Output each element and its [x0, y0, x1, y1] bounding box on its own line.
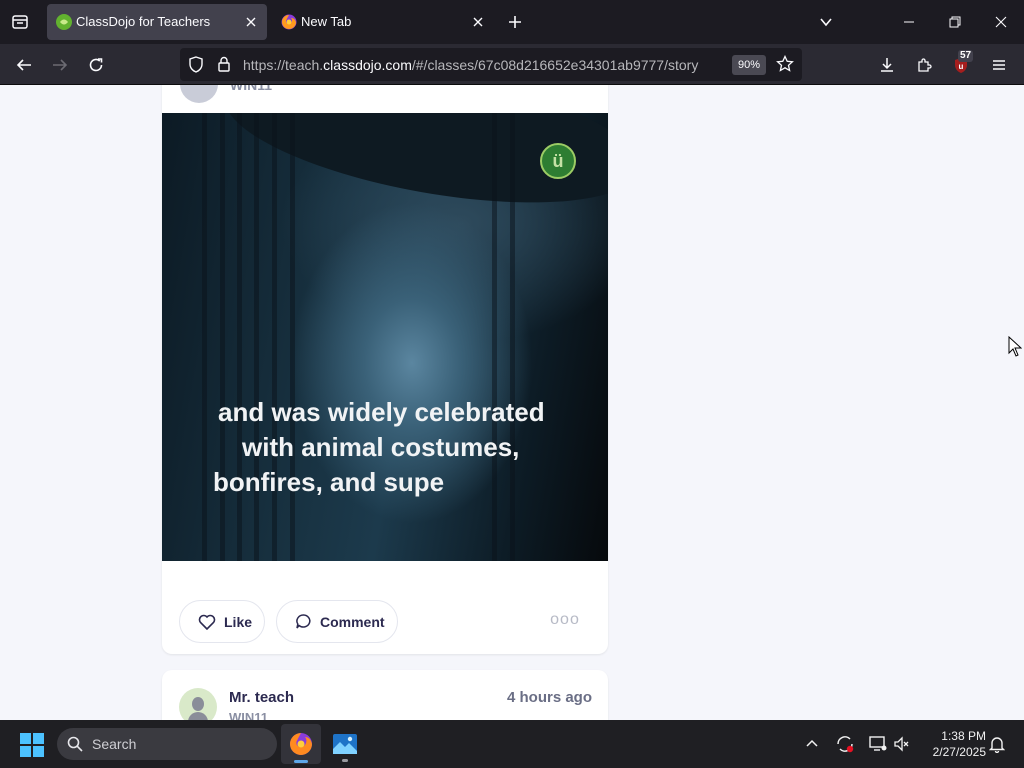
story-post-card: Mr. teach WIN11 4 hours ago	[162, 670, 608, 720]
like-label: Like	[224, 613, 253, 630]
video-caption: and was widely celebrated with animal co…	[162, 395, 608, 500]
minimize-icon	[904, 21, 914, 23]
arrow-left-icon	[16, 59, 31, 71]
firefox-view-button[interactable]	[8, 10, 32, 34]
story-feed[interactable]: WIN11 ü and was widely celebrated with a…	[0, 85, 1024, 720]
minimize-button[interactable]	[893, 6, 925, 38]
tab-bar: ClassDojo for Teachers New Tab	[0, 0, 1024, 44]
like-button[interactable]: Like	[179, 600, 265, 643]
taskbar-search-box[interactable]: Search	[57, 728, 277, 760]
caption-line: and was widely celebrated	[218, 397, 545, 427]
plus-icon	[509, 16, 521, 28]
comment-button[interactable]: Comment	[276, 600, 398, 643]
clock-date: 2/27/2025	[932, 745, 986, 759]
tab-title: ClassDojo for Teachers	[76, 14, 211, 29]
active-app-indicator	[294, 760, 308, 763]
post-class-name: WIN11	[229, 710, 269, 720]
hamburger-menu-icon	[993, 60, 1005, 70]
post-video-media[interactable]: ü and was widely celebrated with animal …	[162, 113, 608, 561]
taskbar-app-firefox[interactable]	[281, 724, 321, 764]
search-placeholder: Search	[92, 736, 137, 752]
monitor-network-icon	[869, 736, 887, 751]
back-button[interactable]	[11, 52, 37, 78]
sync-status-button[interactable]	[833, 732, 857, 756]
zoom-level-button[interactable]: 90%	[732, 55, 766, 75]
bookmark-star-icon[interactable]	[776, 55, 794, 73]
notifications-button[interactable]	[985, 732, 1009, 756]
heart-icon	[198, 614, 216, 630]
photos-icon	[333, 734, 357, 754]
clock-time: 1:38 PM	[941, 729, 986, 743]
story-post-card: WIN11 ü and was widely celebrated with a…	[162, 85, 608, 654]
firefox-favicon-icon	[281, 14, 297, 30]
url-path: /#/classes/67c08d216652e34301ab9777/stor…	[411, 57, 699, 73]
tab-close-icon[interactable]	[243, 14, 259, 30]
app-menu-button[interactable]	[986, 52, 1012, 78]
caption-line: bonfires, and supe	[213, 467, 445, 497]
chevron-up-icon	[806, 739, 818, 747]
taskbar-clock[interactable]: 1:38 PM 2/27/2025	[918, 728, 986, 760]
author-avatar[interactable]	[180, 85, 218, 103]
avatar-body	[188, 712, 208, 720]
firefox-icon	[290, 733, 312, 755]
author-avatar[interactable]	[179, 688, 217, 720]
network-button[interactable]	[866, 732, 890, 756]
search-icon	[67, 736, 83, 752]
taskbar-app-photos[interactable]	[325, 724, 365, 764]
comment-label: Comment	[320, 613, 385, 630]
downloads-button[interactable]	[874, 52, 900, 78]
running-app-indicator	[342, 759, 348, 762]
firefox-view-icon	[12, 15, 28, 29]
extension-badge-count: 57	[958, 50, 974, 62]
tab-close-icon[interactable]	[470, 14, 486, 30]
url-prefix: https://teach.	[243, 57, 324, 73]
restore-icon	[949, 16, 961, 28]
volume-button[interactable]	[890, 732, 914, 756]
new-tab-button[interactable]	[503, 10, 527, 34]
sync-icon	[837, 736, 854, 753]
avatar-head	[192, 697, 204, 711]
list-all-tabs-button[interactable]	[814, 10, 838, 34]
tab-classdojo[interactable]: ClassDojo for Teachers	[47, 4, 267, 40]
puzzle-piece-icon	[917, 57, 932, 72]
bell-icon	[989, 737, 1005, 753]
reload-icon	[89, 58, 103, 72]
mouse-cursor-icon	[1008, 336, 1022, 357]
restore-button[interactable]	[939, 6, 971, 38]
reload-button[interactable]	[83, 52, 109, 78]
close-icon	[995, 16, 1007, 28]
close-window-button[interactable]	[985, 6, 1017, 38]
post-timestamp: 4 hours ago	[506, 689, 592, 706]
address-bar[interactable]: https://teach.classdojo.com/#/classes/67…	[180, 48, 802, 81]
more-options-button[interactable]: ooo	[550, 611, 579, 628]
navigation-toolbar: https://teach.classdojo.com/#/classes/67…	[0, 44, 1024, 85]
chevron-down-icon	[820, 18, 832, 27]
tab-new-tab[interactable]: New Tab	[272, 4, 494, 40]
download-icon	[881, 58, 893, 72]
tab-title: New Tab	[301, 14, 352, 29]
windows-start-icon[interactable]	[20, 733, 44, 757]
forward-button[interactable]	[47, 52, 73, 78]
classdojo-favicon-icon	[56, 14, 72, 30]
post-class-name: WIN11	[230, 85, 273, 93]
taskbar: Search 1:38 PM 2/27/2025	[0, 720, 1024, 768]
tracking-protection-shield-icon[interactable]	[188, 56, 204, 73]
caption-line: with animal costumes,	[242, 432, 520, 462]
post-author-name[interactable]: Mr. teach	[229, 689, 294, 706]
show-hidden-icons-button[interactable]	[800, 732, 824, 756]
speaker-muted-icon	[894, 736, 909, 752]
url-text[interactable]: https://teach.classdojo.com/#/classes/67…	[243, 57, 698, 73]
speech-bubble-icon	[295, 613, 312, 630]
arrow-right-icon	[53, 59, 68, 71]
url-domain: classdojo.com	[323, 57, 412, 73]
svg-text:u: u	[959, 62, 964, 71]
video-logo-badge: ü	[540, 143, 576, 179]
extensions-button[interactable]	[911, 52, 937, 78]
lock-icon[interactable]	[217, 56, 231, 72]
